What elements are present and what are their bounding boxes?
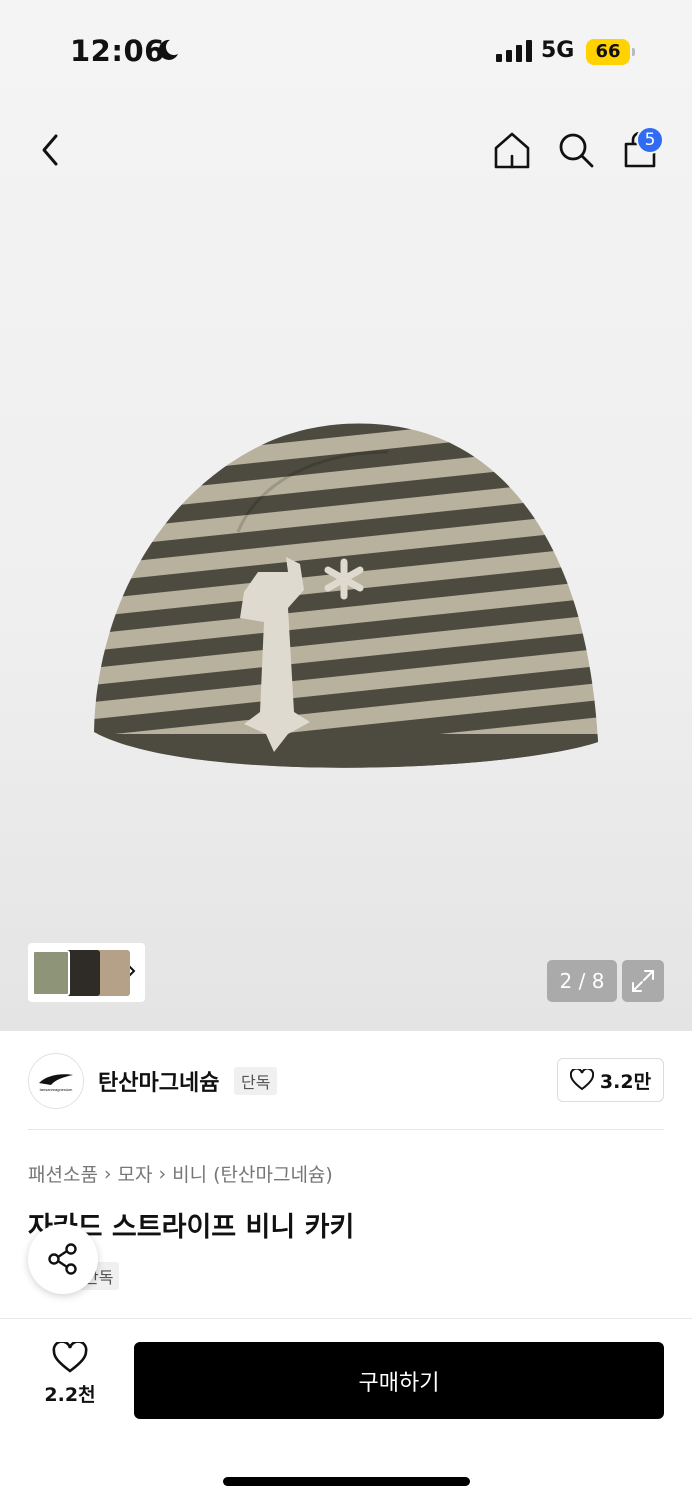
brand-logo[interactable]: tansanmagnesium — [28, 1053, 84, 1109]
moon-icon — [158, 39, 178, 60]
network-type: 5G — [541, 38, 575, 63]
brand-name[interactable]: 탄산마그네슘 — [98, 1065, 219, 1097]
brand-exclusive-badge: 단독 — [234, 1067, 278, 1095]
favorite-count: 2.2천 — [44, 1384, 96, 1406]
share-button[interactable] — [28, 1224, 98, 1294]
svg-text:tansanmagnesium: tansanmagnesium — [40, 1087, 73, 1092]
breadcrumb: 패션소품 › 모자 › 비니 (탄산마그네슘) — [28, 1160, 333, 1187]
divider — [28, 1129, 664, 1130]
divider — [0, 1318, 692, 1319]
chevron-right-icon: › — [158, 1162, 167, 1185]
status-time: 12:06 — [70, 34, 165, 68]
heart-icon — [569, 1069, 594, 1091]
buy-button[interactable]: 구매하기 — [134, 1342, 664, 1419]
expand-icon — [632, 970, 654, 992]
home-indicator[interactable] — [223, 1477, 470, 1486]
product-image[interactable] — [88, 412, 602, 784]
expand-button[interactable] — [622, 960, 664, 1002]
home-button[interactable] — [488, 126, 536, 174]
share-icon — [48, 1243, 77, 1275]
search-button[interactable] — [552, 126, 600, 174]
home-icon — [494, 132, 530, 169]
breadcrumb-item[interactable]: 패션소품 — [28, 1160, 98, 1187]
cart-count-badge: 5 — [636, 126, 664, 154]
status-bar: 12:06 5G 66 — [0, 0, 692, 100]
breadcrumb-item[interactable]: 모자 — [118, 1160, 153, 1187]
brand-logo-mark: tansanmagnesium — [39, 1074, 73, 1092]
heart-icon — [52, 1342, 88, 1373]
favorite-button[interactable]: 2.2천 — [28, 1342, 112, 1418]
back-button[interactable] — [26, 126, 74, 174]
signal-icon — [496, 40, 532, 62]
brand-like-count: 3.2만 — [599, 1070, 652, 1093]
chevron-left-icon — [42, 134, 58, 166]
thumbnail-image[interactable] — [32, 949, 70, 996]
chevron-right-icon: › — [103, 1162, 112, 1185]
breadcrumb-item[interactable]: 비니 (탄산마그네슘) — [172, 1160, 333, 1187]
search-icon — [559, 133, 594, 168]
image-counter: 2 / 8 — [547, 960, 617, 1002]
battery-level: 66 — [595, 41, 621, 62]
thumbnail-strip[interactable] — [28, 943, 145, 1002]
brand-like-button[interactable]: 3.2만 — [557, 1058, 664, 1102]
battery-icon: 66 — [586, 39, 635, 65]
